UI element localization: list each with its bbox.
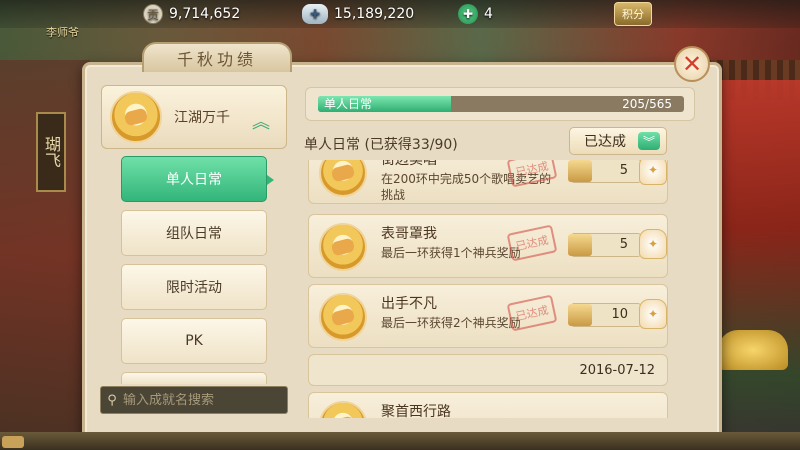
status-filter-dropdown[interactable]: 已达成 ︾ bbox=[569, 127, 667, 155]
sidebar-item-solo-daily[interactable]: 单人日常 bbox=[121, 156, 274, 202]
sidebar-item-pk[interactable]: PK bbox=[121, 318, 267, 364]
section-title: 单人日常 (已获得33/90) bbox=[304, 137, 458, 153]
gold-ingot-decoration bbox=[718, 330, 788, 370]
npc-name-label: 李师爷 bbox=[46, 26, 79, 39]
medal-icon bbox=[319, 401, 367, 418]
sidebar-item-partial[interactable] bbox=[121, 372, 267, 384]
medal-icon bbox=[110, 91, 162, 143]
progress-label: 单人日常 bbox=[324, 97, 373, 111]
achievement-list[interactable]: 街边卖唱 在200环中完成50个歌唱卖艺的挑战 已达成 5 ✦ 表哥罩我 最后一… bbox=[300, 160, 682, 418]
jade-value: 4 bbox=[484, 6, 493, 22]
achievement-name: 聚首西行路 bbox=[381, 404, 451, 418]
jade-currency[interactable]: ✚ 4 bbox=[458, 4, 493, 24]
scroll-icon bbox=[568, 234, 592, 256]
silver-ingot-icon: ✚ bbox=[302, 4, 328, 24]
reward-box: 10 bbox=[568, 303, 641, 327]
medal-icon bbox=[319, 293, 367, 341]
achievement-name: 表哥罩我 bbox=[381, 226, 437, 242]
medal-icon bbox=[319, 223, 367, 271]
reward-box: 5 bbox=[568, 233, 641, 257]
achievement-item[interactable]: 表哥罩我 最后一环获得1个神兵奖励 已达成 5 ✦ bbox=[308, 214, 668, 278]
claim-hand-icon[interactable]: ✦ bbox=[639, 299, 667, 329]
reward-value: 10 bbox=[611, 307, 628, 322]
date-label: 2016-07-12 bbox=[579, 363, 655, 378]
category-progress: 单人日常 205/565 bbox=[305, 87, 695, 121]
close-button[interactable]: ✕ bbox=[674, 46, 710, 82]
building-sign: 瑚飞 bbox=[36, 112, 66, 192]
sidebar-item-label: 单人日常 bbox=[166, 172, 222, 188]
medal-icon bbox=[319, 160, 367, 197]
sidebar-item-label: PK bbox=[185, 333, 203, 349]
progress-count: 205/565 bbox=[622, 97, 672, 111]
search-input[interactable] bbox=[123, 392, 283, 408]
filter-value: 已达成 bbox=[584, 134, 626, 150]
sidebar-item-label: 组队日常 bbox=[166, 226, 222, 242]
reward-box: 5 bbox=[568, 160, 641, 183]
category-header[interactable]: 江湖万千 ︽ bbox=[101, 85, 287, 149]
date-separator: 2016-07-12 bbox=[308, 354, 668, 386]
jade-icon: ✚ bbox=[458, 4, 478, 24]
menu-icon[interactable] bbox=[2, 436, 24, 448]
achievement-item[interactable]: 出手不凡 最后一环获得2个神兵奖励 已达成 10 ✦ bbox=[308, 284, 668, 348]
resource-bar: 贡 9,714,652 ✚ 15,189,220 ✚ 4 积分 bbox=[0, 0, 800, 28]
claim-hand-icon[interactable]: ✦ bbox=[639, 229, 667, 259]
chevron-down-icon: ︾ bbox=[638, 132, 660, 150]
reward-value: 5 bbox=[619, 163, 628, 178]
silver-value: 15,189,220 bbox=[334, 6, 415, 22]
scroll-icon bbox=[568, 304, 592, 326]
honor-value: 9,714,652 bbox=[169, 6, 241, 22]
search-icon: ⚲ bbox=[107, 392, 117, 408]
sidebar-item-label: 限时活动 bbox=[166, 280, 222, 296]
close-icon: ✕ bbox=[681, 50, 703, 78]
chevron-up-icon: ︽ bbox=[252, 112, 270, 133]
sidebar-item-team-daily[interactable]: 组队日常 bbox=[121, 210, 267, 256]
achievement-search[interactable]: ⚲ bbox=[100, 386, 288, 414]
reward-value: 5 bbox=[619, 237, 628, 252]
achievement-name: 出手不凡 bbox=[381, 296, 437, 312]
achievement-item[interactable]: 聚首西行路 bbox=[308, 392, 668, 418]
claim-hand-icon[interactable]: ✦ bbox=[639, 160, 667, 185]
category-title: 江湖万千 bbox=[174, 110, 230, 126]
honor-currency: 贡 9,714,652 bbox=[143, 4, 240, 24]
bottom-bar bbox=[0, 432, 800, 450]
silver-currency[interactable]: ✚ 15,189,220 bbox=[302, 4, 414, 24]
honor-coin-icon: 贡 bbox=[143, 4, 163, 24]
achievement-name: 街边卖唱 bbox=[381, 160, 437, 168]
sidebar-item-limited-event[interactable]: 限时活动 bbox=[121, 264, 267, 310]
score-button[interactable]: 积分 bbox=[614, 2, 652, 26]
achievement-item[interactable]: 街边卖唱 在200环中完成50个歌唱卖艺的挑战 已达成 5 ✦ bbox=[308, 160, 668, 204]
panel-title: 千秋功绩 bbox=[142, 42, 292, 72]
scroll-icon bbox=[568, 160, 592, 182]
